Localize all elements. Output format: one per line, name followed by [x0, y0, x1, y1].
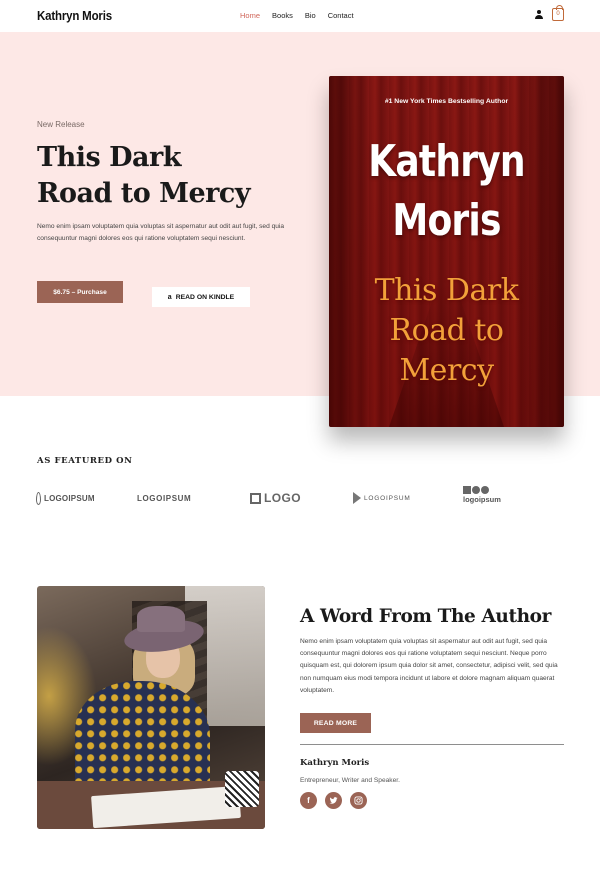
book-author-name: Kathryn Moris [350, 132, 543, 250]
author-section-title: A Word From The Author [300, 606, 551, 627]
featured-logo-1-text: LOGOIPSUM [44, 493, 95, 503]
arrow-logo-icon [353, 492, 361, 504]
hero-description: Nemo enim ipsam voluptatem quia voluptas… [37, 223, 285, 242]
site-header: Kathryn Moris Home Books Bio Contact 0 [0, 0, 600, 32]
book-author-line-1: Kathryn [368, 136, 525, 187]
user-icon[interactable] [534, 10, 543, 19]
book-author-line-2: Moris [392, 195, 501, 246]
featured-heading: AS FEATURED ON [37, 456, 133, 466]
featured-logo-5-text: logoipsum [463, 495, 501, 504]
book-title-line-2: Road to [389, 313, 504, 348]
header-icons: 0 [534, 5, 564, 21]
book-tagline: #1 New York Times Bestselling Author [384, 98, 509, 105]
featured-logo-5: logoipsum [463, 486, 501, 504]
book-title-line-3: Mercy [399, 353, 494, 388]
nav-books[interactable]: Books [272, 11, 293, 20]
purchase-button[interactable]: $6.75 – Purchase [37, 281, 123, 303]
author-section-text: Nemo enim ipsam voluptatem quia voluptas… [300, 638, 558, 694]
read-more-button[interactable]: READ MORE [300, 713, 371, 733]
amazon-icon: a [167, 293, 172, 301]
hero-kicker: New Release [37, 120, 85, 129]
square-logo-icon [250, 492, 261, 504]
author-signature-name: Kathryn Moris [300, 758, 370, 768]
book-title-line-1: This Dark [374, 273, 519, 308]
featured-logo-4-text: LOGOIPSUM [364, 494, 411, 502]
featured-logo-4: LOGOIPSUM [353, 489, 411, 507]
featured-logo-1: LOGOIPSUM [36, 489, 95, 507]
hero-title-line-1: This Dark [37, 142, 181, 173]
featured-logo-2: LOGOIPSUM [137, 489, 191, 507]
social-links: f [300, 792, 367, 809]
hero-title: This Dark Road to Mercy [37, 140, 307, 212]
read-on-kindle-button[interactable]: a READ ON KINDLE [152, 287, 250, 307]
nav-home[interactable]: Home [240, 11, 260, 20]
hero-title-line-2: Road to Mercy [37, 178, 251, 209]
facebook-icon[interactable]: f [300, 792, 317, 809]
twitter-icon[interactable] [325, 792, 342, 809]
author-photo [37, 586, 265, 829]
cart-count: 0 [556, 11, 560, 17]
nav-bio[interactable]: Bio [305, 11, 316, 20]
divider [300, 744, 564, 745]
feather-icon [36, 491, 41, 505]
author-signature-role: Entrepreneur, Writer and Speaker. [300, 777, 400, 784]
book-title: This Dark Road to Mercy [329, 271, 564, 391]
instagram-icon[interactable] [350, 792, 367, 809]
nav-contact[interactable]: Contact [328, 11, 354, 20]
featured-logo-3-text: LOGO [264, 491, 301, 505]
site-brand[interactable]: Kathryn Moris [37, 9, 112, 23]
shopping-bag-icon[interactable]: 0 [552, 5, 564, 21]
featured-logo-3: LOGO [250, 489, 301, 507]
book-cover[interactable]: #1 New York Times Bestselling Author Kat… [329, 76, 564, 427]
dots-logo-icon [463, 486, 489, 494]
main-nav: Home Books Bio Contact [240, 11, 366, 20]
featured-logo-2-text: LOGOIPSUM [137, 493, 192, 503]
kindle-label: READ ON KINDLE [175, 293, 235, 301]
